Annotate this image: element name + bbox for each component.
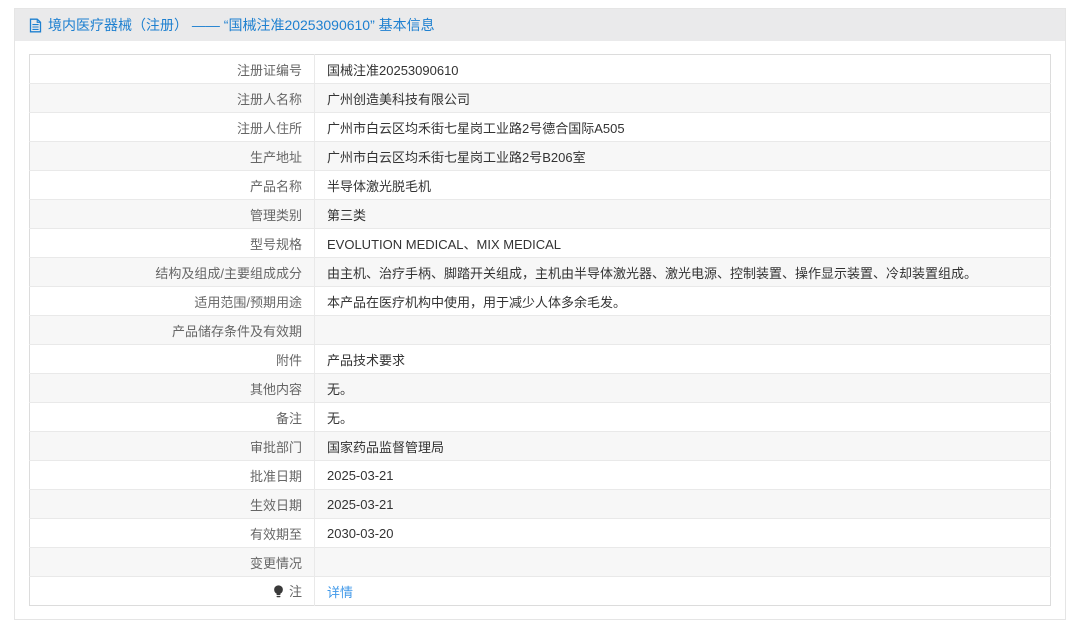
row-label: 备注 [30,403,315,432]
row-value-text: 国械注准20253090610 [327,63,459,78]
table-row: 生产地址 广州市白云区均禾街七星岗工业路2号B206室 [30,142,1051,171]
row-value-text: 2025-03-21 [327,468,394,483]
row-label-text: 产品储存条件及有效期 [172,324,302,339]
row-label: 适用范围/预期用途 [30,287,315,316]
row-value: 国械注准20253090610 [315,55,1051,84]
row-label-text: 注册证编号 [237,63,302,78]
row-label-text: 注 [289,584,302,599]
row-label: 产品储存条件及有效期 [30,316,315,345]
table-row: 结构及组成/主要组成成分 由主机、治疗手柄、脚踏开关组成，主机由半导体激光器、激… [30,258,1051,287]
registration-info-panel: 境内医疗器械（注册） —— “国械注准20253090610” 基本信息 注册证… [14,8,1066,620]
panel-header: 境内医疗器械（注册） —— “国械注准20253090610” 基本信息 [15,9,1065,41]
table-row: 管理类别 第三类 [30,200,1051,229]
row-value-text: EVOLUTION MEDICAL、MIX MEDICAL [327,237,561,252]
row-label: 批准日期 [30,461,315,490]
table-row: 注册证编号 国械注准20253090610 [30,55,1051,84]
row-label: 生效日期 [30,490,315,519]
row-value-text: 广州市白云区均禾街七星岗工业路2号德合国际A505 [327,121,625,136]
row-label: 结构及组成/主要组成成分 [30,258,315,287]
row-label-text: 有效期至 [250,527,302,542]
row-value: 无。 [315,374,1051,403]
row-value: 2030-03-20 [315,519,1051,548]
row-label-text: 型号规格 [250,237,302,252]
row-value: EVOLUTION MEDICAL、MIX MEDICAL [315,229,1051,258]
table-row: 产品名称 半导体激光脱毛机 [30,171,1051,200]
document-icon [29,18,42,33]
table-row: 产品储存条件及有效期 [30,316,1051,345]
row-label-text: 产品名称 [250,179,302,194]
row-label: 审批部门 [30,432,315,461]
row-value: 广州创造美科技有限公司 [315,84,1051,113]
row-value-text: 半导体激光脱毛机 [327,179,431,194]
row-value-text: 2030-03-20 [327,526,394,541]
row-label: 管理类别 [30,200,315,229]
table-row: 适用范围/预期用途 本产品在医疗机构中使用，用于减少人体多余毛发。 [30,287,1051,316]
row-label: 生产地址 [30,142,315,171]
row-label: 注册证编号 [30,55,315,84]
row-value: 第三类 [315,200,1051,229]
row-label-text: 注册人住所 [237,121,302,136]
table-row: 备注 无。 [30,403,1051,432]
row-value-text: 广州创造美科技有限公司 [327,92,470,107]
row-label-text: 其他内容 [250,382,302,397]
row-value-text: 第三类 [327,208,366,223]
row-label-text: 批准日期 [250,469,302,484]
row-label-text: 备注 [276,411,302,426]
row-value-text: 国家药品监督管理局 [327,440,444,455]
row-label: 注册人住所 [30,113,315,142]
row-label-text: 附件 [276,353,302,368]
row-value: 半导体激光脱毛机 [315,171,1051,200]
row-label-text: 适用范围/预期用途 [194,295,302,310]
detail-link[interactable]: 详情 [327,585,353,600]
row-label: 注 [30,577,315,606]
row-value: 详情 [315,577,1051,606]
row-label-text: 生产地址 [250,150,302,165]
row-label-text: 结构及组成/主要组成成分 [155,266,302,281]
row-label: 注册人名称 [30,84,315,113]
row-label-text: 管理类别 [250,208,302,223]
page-title: 境内医疗器械（注册） —— “国械注准20253090610” 基本信息 [48,15,435,35]
row-value-text: 本产品在医疗机构中使用，用于减少人体多余毛发。 [327,295,626,310]
row-value-text: 由主机、治疗手柄、脚踏开关组成，主机由半导体激光器、激光电源、控制装置、操作显示… [327,266,977,281]
row-value: 产品技术要求 [315,345,1051,374]
row-value: 2025-03-21 [315,461,1051,490]
table-row: 变更情况 [30,548,1051,577]
row-value-text: 无。 [327,411,353,426]
row-value: 2025-03-21 [315,490,1051,519]
row-label: 变更情况 [30,548,315,577]
row-value-text: 无。 [327,382,353,397]
table-row: 批准日期 2025-03-21 [30,461,1051,490]
row-value [315,316,1051,345]
row-value: 无。 [315,403,1051,432]
row-label-text: 变更情况 [250,556,302,571]
row-value-text: 广州市白云区均禾街七星岗工业路2号B206室 [327,150,586,165]
registration-info-table: 注册证编号 国械注准20253090610 注册人名称 广州创造美科技有限公司 [29,54,1051,606]
table-row: 审批部门 国家药品监督管理局 [30,432,1051,461]
row-label: 型号规格 [30,229,315,258]
row-label: 产品名称 [30,171,315,200]
table-row: 注 详情 [30,577,1051,606]
row-label: 附件 [30,345,315,374]
row-value: 国家药品监督管理局 [315,432,1051,461]
table-row: 型号规格 EVOLUTION MEDICAL、MIX MEDICAL [30,229,1051,258]
table-row: 生效日期 2025-03-21 [30,490,1051,519]
table-row: 注册人名称 广州创造美科技有限公司 [30,84,1051,113]
row-value: 广州市白云区均禾街七星岗工业路2号德合国际A505 [315,113,1051,142]
row-value-text: 产品技术要求 [327,353,405,368]
bulb-icon [273,585,284,601]
table-row: 其他内容 无。 [30,374,1051,403]
row-label-text: 生效日期 [250,498,302,513]
row-value: 广州市白云区均禾街七星岗工业路2号B206室 [315,142,1051,171]
row-value-text: 2025-03-21 [327,497,394,512]
table-row: 注册人住所 广州市白云区均禾街七星岗工业路2号德合国际A505 [30,113,1051,142]
row-value: 本产品在医疗机构中使用，用于减少人体多余毛发。 [315,287,1051,316]
row-label: 有效期至 [30,519,315,548]
row-label-text: 注册人名称 [237,92,302,107]
row-label-text: 审批部门 [250,440,302,455]
row-value: 由主机、治疗手柄、脚踏开关组成，主机由半导体激光器、激光电源、控制装置、操作显示… [315,258,1051,287]
table-row: 有效期至 2030-03-20 [30,519,1051,548]
row-label: 其他内容 [30,374,315,403]
row-value [315,548,1051,577]
table-row: 附件 产品技术要求 [30,345,1051,374]
